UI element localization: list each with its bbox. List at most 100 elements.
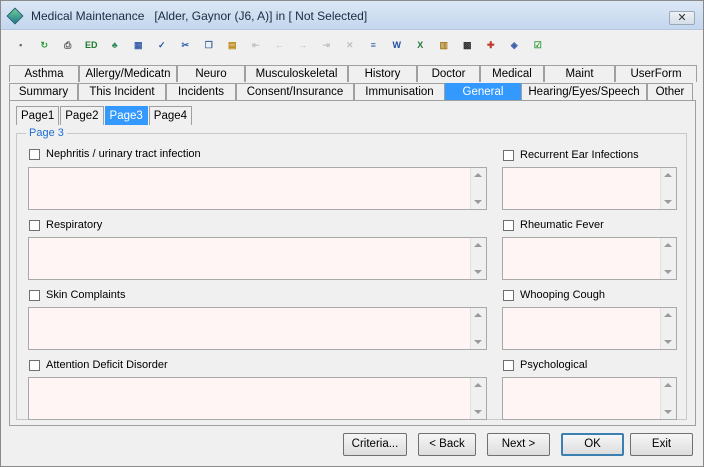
ok-button[interactable]: OK (561, 433, 624, 456)
tab-allergy-medicatn[interactable]: Allergy/Medicatn (79, 65, 177, 82)
skin-complaints-checkbox-row[interactable]: Skin Complaints (29, 289, 125, 301)
whooping-cough-memo[interactable] (502, 307, 677, 350)
respiratory-memo-scrollbar[interactable] (470, 238, 486, 279)
respiratory-checkbox-row[interactable]: Respiratory (29, 219, 102, 231)
exit-button[interactable]: Exit (630, 433, 693, 456)
next-record-button[interactable]: → (291, 34, 315, 56)
rheumatic-fever-memo[interactable] (502, 237, 677, 280)
tab-userform[interactable]: UserForm (615, 65, 697, 82)
scroll-up-icon[interactable] (664, 313, 672, 317)
calculator-button[interactable]: ▦ (127, 34, 151, 56)
scroll-up-icon[interactable] (664, 243, 672, 247)
psychological-checkbox[interactable] (503, 359, 514, 371)
tab-row-1: Asthma Allergy/Medicatn Neuro Musculoskelet… (9, 65, 697, 82)
nephritis-checkbox-row[interactable]: Nephritis / urinary tract infection (29, 148, 201, 160)
tab-consent-insurance[interactable]: Consent/Insurance (236, 83, 354, 100)
skin-complaints-checkbox[interactable] (29, 289, 40, 301)
scroll-down-icon[interactable] (664, 340, 672, 344)
scroll-up-icon[interactable] (664, 173, 672, 177)
last-record-button[interactable]: ⇥ (315, 34, 339, 56)
scroll-down-icon[interactable] (664, 410, 672, 414)
tab-musculoskeletal[interactable]: Musculoskeletal (245, 65, 348, 82)
criteria-button[interactable]: Criteria... (343, 433, 407, 456)
copy-button[interactable]: ❐ (197, 34, 221, 56)
tab-incidents[interactable]: Incidents (166, 83, 236, 100)
tag-button[interactable]: ◈ (503, 34, 527, 56)
scroll-up-icon[interactable] (664, 383, 672, 387)
scroll-up-icon[interactable] (474, 313, 482, 317)
skin-complaints-memo-scrollbar[interactable] (470, 308, 486, 349)
psychological-checkbox-row[interactable]: Psychological (503, 359, 587, 371)
attention-deficit-memo-scrollbar[interactable] (470, 378, 486, 419)
cut-button[interactable]: ✂ (174, 34, 198, 56)
subtab-page3[interactable]: Page3 (104, 106, 148, 125)
rheumatic-fever-checkbox-row[interactable]: Rheumatic Fever (503, 219, 604, 231)
tree-button[interactable]: ♣ (103, 34, 127, 56)
scroll-down-icon[interactable] (664, 200, 672, 204)
rheumatic-fever-memo-scrollbar[interactable] (660, 238, 676, 279)
nephritis-memo-scrollbar[interactable] (470, 168, 486, 209)
recurrent-ear-memo-scrollbar[interactable] (660, 168, 676, 209)
tab-neuro[interactable]: Neuro (177, 65, 245, 82)
tab-maint[interactable]: Maint (544, 65, 615, 82)
whooping-cough-checkbox-row[interactable]: Whooping Cough (503, 289, 605, 301)
attention-deficit-checkbox-row[interactable]: Attention Deficit Disorder (29, 359, 168, 371)
nephritis-memo[interactable] (28, 167, 487, 210)
clipboard-button[interactable]: ▥ (432, 34, 456, 56)
attention-deficit-memo[interactable] (28, 377, 487, 420)
rheumatic-fever-checkbox[interactable] (503, 219, 514, 231)
first-record-button[interactable]: ⇤ (244, 34, 268, 56)
scroll-up-icon[interactable] (474, 173, 482, 177)
attention-deficit-checkbox[interactable] (29, 359, 40, 371)
scroll-down-icon[interactable] (474, 340, 482, 344)
tab-medical[interactable]: Medical (480, 65, 544, 82)
tab-general[interactable]: General (445, 83, 521, 100)
film-button[interactable]: ▩ (456, 34, 480, 56)
excel-icon: X (417, 40, 424, 50)
edit-button[interactable]: ED (80, 34, 104, 56)
whooping-cough-memo-scrollbar[interactable] (660, 308, 676, 349)
ambulance-button[interactable]: ✚ (479, 34, 503, 56)
subtab-page4[interactable]: Page4 (148, 106, 193, 125)
tab-doctor[interactable]: Doctor (417, 65, 480, 82)
skin-complaints-memo[interactable] (28, 307, 487, 350)
word-button[interactable]: W (385, 34, 409, 56)
recurrent-ear-checkbox[interactable] (503, 149, 514, 161)
tab-other[interactable]: Other (647, 83, 693, 100)
previous-record-button[interactable]: ← (268, 34, 292, 56)
whooping-cough-checkbox[interactable] (503, 289, 514, 301)
form-button[interactable]: ≡ (362, 34, 386, 56)
print-button[interactable]: ⎙ (56, 34, 80, 56)
checklist-button[interactable]: ☑ (526, 34, 550, 56)
scroll-down-icon[interactable] (474, 200, 482, 204)
tab-asthma[interactable]: Asthma (9, 65, 79, 82)
save-button[interactable]: ▪ (9, 34, 33, 56)
paste-button[interactable]: ▤ (221, 34, 245, 56)
psychological-memo-scrollbar[interactable] (660, 378, 676, 419)
tab-immunisation[interactable]: Immunisation (354, 83, 445, 100)
respiratory-memo[interactable] (28, 237, 487, 280)
scroll-up-icon[interactable] (474, 243, 482, 247)
subtab-page2[interactable]: Page2 (60, 106, 104, 125)
delete-button[interactable]: ✕ (338, 34, 362, 56)
recurrent-ear-memo[interactable] (502, 167, 677, 210)
refresh-button[interactable]: ↻ (33, 34, 57, 56)
respiratory-checkbox[interactable] (29, 219, 40, 231)
close-button[interactable]: ✕ (669, 11, 695, 25)
back-button[interactable]: < Back (418, 433, 476, 456)
scroll-up-icon[interactable] (474, 383, 482, 387)
tab-summary[interactable]: Summary (9, 83, 78, 100)
nephritis-checkbox[interactable] (29, 148, 40, 160)
psychological-memo[interactable] (502, 377, 677, 420)
tab-hearing-eyes-speech[interactable]: Hearing/Eyes/Speech (521, 83, 647, 100)
scroll-down-icon[interactable] (474, 270, 482, 274)
spellcheck-button[interactable]: ✓ (150, 34, 174, 56)
tab-this-incident[interactable]: This Incident (78, 83, 166, 100)
excel-button[interactable]: X (409, 34, 433, 56)
next-button[interactable]: Next > (487, 433, 550, 456)
scroll-down-icon[interactable] (474, 410, 482, 414)
scroll-down-icon[interactable] (664, 270, 672, 274)
subtab-page1[interactable]: Page1 (16, 106, 60, 125)
tab-history[interactable]: History (348, 65, 417, 82)
recurrent-ear-checkbox-row[interactable]: Recurrent Ear Infections (503, 149, 639, 161)
